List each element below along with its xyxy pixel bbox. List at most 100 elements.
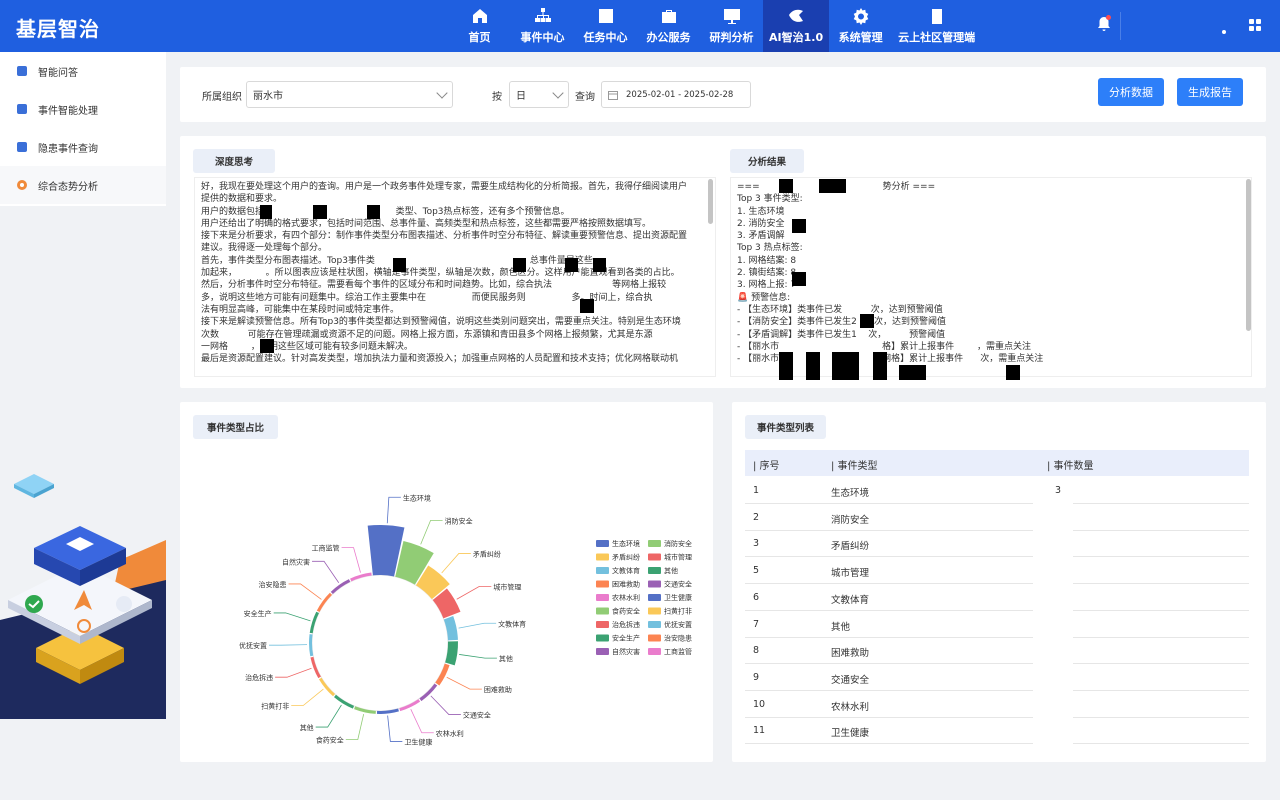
nav-item-2[interactable]: 事件中心 — [511, 0, 574, 52]
redaction-mask — [1006, 365, 1020, 380]
legend-label[interactable]: 优抚安置 — [664, 620, 692, 629]
user-qa-icon — [17, 66, 27, 76]
legend-swatch[interactable] — [596, 621, 609, 628]
divider — [1120, 12, 1121, 40]
rose-slice[interactable] — [376, 708, 399, 714]
table-row[interactable]: 1 生态环境 3 — [745, 477, 1249, 504]
table-row[interactable]: 11 卫生健康 — [745, 717, 1249, 745]
generate-report-button[interactable]: 生成报告 — [1177, 78, 1243, 106]
rose-slice[interactable] — [399, 699, 421, 712]
legend-label[interactable]: 生态环境 — [612, 539, 640, 548]
isometric-illustration — [0, 440, 166, 719]
row-no: 2 — [753, 511, 760, 523]
redaction-mask — [792, 219, 806, 233]
legend-swatch[interactable] — [648, 607, 661, 615]
table-row[interactable]: 6 文教体育 — [745, 584, 1249, 611]
legend-swatch[interactable] — [596, 648, 609, 655]
row-count: 3 — [1055, 485, 1062, 496]
nav-item-7[interactable]: 系统管理 — [829, 0, 892, 52]
nav-item-label: 办公服务 — [646, 31, 691, 44]
legend-swatch[interactable] — [648, 567, 661, 574]
legend-swatch[interactable] — [648, 648, 661, 655]
sidebar-item-1[interactable]: 智能问答 — [0, 52, 166, 90]
legend-label[interactable]: 工商监管 — [664, 647, 692, 656]
result-line: Top 3 事件类型: — [737, 194, 803, 205]
legend-label[interactable]: 治危拆违 — [612, 620, 640, 629]
nav-item-1[interactable]: 首页 — [448, 0, 511, 52]
rose-slice[interactable] — [334, 694, 355, 709]
legend-swatch[interactable] — [648, 540, 661, 547]
legend-swatch[interactable] — [648, 580, 661, 588]
table-row[interactable]: 7 其他 — [745, 611, 1249, 638]
legend-label[interactable]: 安全生产 — [612, 634, 640, 643]
analyze-data-button[interactable]: 分析数据 — [1098, 78, 1164, 106]
date-range-picker[interactable]: 2025-02-01 - 2025-02-28 — [601, 81, 751, 108]
deep-think-scrollbar[interactable] — [708, 179, 713, 224]
legend-label[interactable]: 城市管理 — [664, 553, 692, 562]
legend-swatch[interactable] — [596, 540, 609, 547]
legend-label[interactable]: 文教体育 — [612, 566, 640, 575]
nav-item-8[interactable]: 云上社区管理端 — [892, 0, 981, 52]
legend-swatch[interactable] — [596, 567, 609, 574]
rose-slice[interactable] — [309, 611, 319, 634]
rose-slice[interactable] — [318, 677, 336, 697]
legend-swatch[interactable] — [596, 580, 609, 588]
rose-slice[interactable] — [419, 683, 438, 702]
rose-slice[interactable] — [316, 592, 333, 612]
legend-label[interactable]: 困难救助 — [612, 580, 640, 589]
legend-swatch[interactable] — [648, 621, 661, 628]
legend-label[interactable]: 消防安全 — [664, 539, 692, 548]
legend-label[interactable]: 卫生健康 — [664, 593, 692, 602]
legend-swatch[interactable] — [648, 594, 661, 601]
table-row[interactable]: 3 矛盾纠纷 — [745, 530, 1249, 558]
result-line: 2. 消防安全 — [737, 218, 785, 229]
row-no: 5 — [753, 565, 760, 577]
legend-swatch[interactable] — [596, 607, 609, 615]
redaction-mask — [565, 258, 578, 272]
result-scrollbar[interactable] — [1246, 179, 1251, 331]
legend-label[interactable]: 自然灾害 — [612, 647, 640, 656]
rose-slice[interactable] — [330, 579, 351, 594]
result-text[interactable]: === 势分析 === Top 3 事件类型: 1. 生态环境 2. 消防安全 3. 矛… — [730, 177, 1252, 377]
legend-swatch[interactable] — [648, 634, 661, 642]
rose-slice[interactable] — [435, 663, 450, 686]
period-select[interactable]: 日 — [509, 81, 569, 108]
legend-label[interactable]: 食药安全 — [612, 607, 640, 616]
org-select[interactable]: 丽水市 — [246, 81, 453, 108]
table-row[interactable]: 9 交通安全 — [745, 664, 1249, 691]
rose-slice[interactable] — [310, 656, 321, 679]
row-type: 生态环境 — [831, 488, 870, 499]
nav-item-6[interactable]: AI智治1.0 — [763, 0, 830, 52]
rose-slice[interactable] — [354, 706, 376, 714]
legend-label[interactable]: 扫黄打非 — [664, 607, 692, 616]
nav-item-5[interactable]: 研判分析 — [700, 0, 763, 52]
deep-think-line: 加起来， 。所以图表应该是柱状图，横轴是事件类型，纵轴是次数，颜色区分。这样用户… — [201, 268, 680, 279]
table-row[interactable]: 10 农林水利 — [745, 691, 1249, 718]
nav-item-3[interactable]: 任务中心 — [574, 0, 637, 52]
legend-swatch[interactable] — [596, 634, 609, 642]
legend-label[interactable]: 交通安全 — [664, 580, 692, 589]
nav-item-4[interactable]: 办公服务 — [637, 0, 700, 52]
table-row[interactable]: 8 困难救助 — [745, 637, 1249, 665]
table-row[interactable]: 2 消防安全 — [745, 504, 1249, 531]
legend-label[interactable]: 矛盾纠纷 — [612, 553, 640, 562]
legend-swatch[interactable] — [596, 553, 609, 561]
redaction-mask — [873, 352, 887, 380]
legend-label[interactable]: 治安隐患 — [664, 634, 692, 643]
sidebar-item-4[interactable]: 综合态势分析 — [0, 166, 166, 204]
legend-label[interactable]: 农林水利 — [612, 593, 640, 602]
legend-swatch[interactable] — [596, 594, 609, 601]
rose-label: 农林水利 — [436, 729, 464, 738]
sidebar-item-2[interactable]: 事件智能处理 — [0, 90, 166, 128]
rose-slice[interactable] — [350, 572, 372, 582]
rose-label-line — [269, 644, 308, 646]
app-grid-icon[interactable] — [1248, 18, 1262, 32]
nav-item-label: 系统管理 — [838, 31, 883, 44]
redaction-mask — [819, 179, 846, 193]
table-row[interactable]: 5 城市管理 — [745, 557, 1249, 585]
legend-swatch[interactable] — [648, 553, 661, 561]
user-menu-indicator[interactable] — [1222, 30, 1226, 34]
legend-label[interactable]: 其他 — [664, 566, 678, 575]
sidebar-item-3[interactable]: 隐患事件查询 — [0, 128, 166, 166]
nav-item-label: 任务中心 — [583, 31, 628, 44]
